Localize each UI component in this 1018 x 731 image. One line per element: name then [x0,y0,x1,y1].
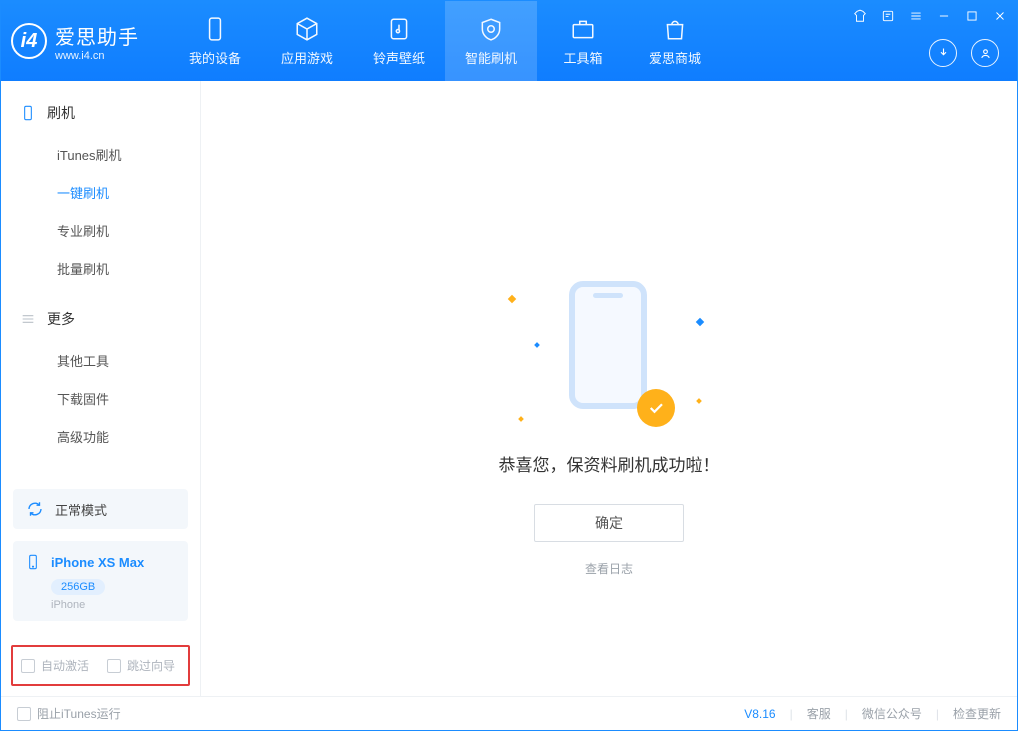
sidebar-head-more: 更多 [1,297,200,341]
phone-graphic [569,281,647,409]
tab-store[interactable]: 爱思商城 [629,1,721,81]
sparkle-icon [508,295,516,303]
wechat-link[interactable]: 微信公众号 [862,705,922,722]
tab-label: 铃声壁纸 [373,48,425,67]
sidebar-item-label: 批量刷机 [57,259,109,278]
header: i4 爱思助手 www.i4.cn 我的设备 应用游戏 铃声壁纸 智能刷机 工具… [1,1,1017,81]
ok-button[interactable]: 确定 [534,504,684,542]
sidebar-item-itunes[interactable]: iTunes刷机 [1,135,200,173]
download-icon[interactable] [929,39,957,67]
body: 刷机 iTunes刷机 一键刷机 专业刷机 批量刷机 更多 其他工具 下载固件 … [1,81,1017,696]
device-type: iPhone [51,599,176,611]
separator: | [790,707,793,721]
maximize-icon[interactable] [963,7,981,25]
mode-card[interactable]: 正常模式 [13,489,188,529]
sparkle-icon [696,398,702,404]
tab-label: 我的设备 [189,48,241,67]
sync-icon [25,499,45,519]
version-label: V8.16 [744,707,775,721]
sidebar-item-label: 其他工具 [57,351,109,370]
close-icon[interactable] [991,7,1009,25]
sidebar-head-flash: 刷机 [1,91,200,135]
tab-label: 爱思商城 [649,48,701,67]
tab-ringtone[interactable]: 铃声壁纸 [353,1,445,81]
list-icon [19,310,37,328]
skin-icon[interactable] [851,7,869,25]
header-right [929,39,999,67]
phone-icon [25,551,41,573]
device-card[interactable]: iPhone XS Max 256GB iPhone [13,541,188,621]
skip-guide-checkbox[interactable]: 跳过向导 [107,657,175,674]
menu-icon[interactable] [907,7,925,25]
option-label: 自动激活 [41,657,89,674]
auto-activate-checkbox[interactable]: 自动激活 [21,657,89,674]
sidebar-item-label: 下载固件 [57,389,109,408]
option-label: 跳过向导 [127,657,175,674]
phone-icon [19,104,37,122]
window-controls [851,7,1009,25]
sidebar-item-label: 一键刷机 [57,183,109,202]
customer-service-link[interactable]: 客服 [807,705,831,722]
tab-label: 应用游戏 [281,48,333,67]
sidebar-head-label: 更多 [47,309,75,329]
sidebar-item-label: iTunes刷机 [57,145,122,164]
music-icon [386,16,412,42]
device-icon [202,16,228,42]
separator: | [936,707,939,721]
feedback-icon[interactable] [879,7,897,25]
sidebar-item-advanced[interactable]: 高级功能 [1,417,200,455]
footer: 阻止iTunes运行 V8.16 | 客服 | 微信公众号 | 检查更新 [1,696,1017,730]
sidebar-item-onekey[interactable]: 一键刷机 [1,173,200,211]
bag-icon [662,16,688,42]
logo[interactable]: i4 爱思助手 www.i4.cn [11,21,139,62]
sidebar-item-label: 专业刷机 [57,221,109,240]
option-label: 阻止iTunes运行 [37,705,121,722]
device-name: iPhone XS Max [51,555,144,570]
tab-flash[interactable]: 智能刷机 [445,1,537,81]
tab-toolbox[interactable]: 工具箱 [537,1,629,81]
sidebar-item-batch[interactable]: 批量刷机 [1,249,200,287]
capacity-badge: 256GB [51,579,105,595]
user-icon[interactable] [971,39,999,67]
checkbox-icon [107,659,121,673]
sidebar-item-firmware[interactable]: 下载固件 [1,379,200,417]
success-illustration [549,281,669,421]
main-tabs: 我的设备 应用游戏 铃声壁纸 智能刷机 工具箱 爱思商城 [169,1,721,81]
options-box: 自动激活 跳过向导 [11,645,190,686]
tab-label: 工具箱 [563,48,602,67]
logo-icon: i4 [11,23,47,59]
sidebar-item-pro[interactable]: 专业刷机 [1,211,200,249]
sidebar: 刷机 iTunes刷机 一键刷机 专业刷机 批量刷机 更多 其他工具 下载固件 … [1,81,201,696]
app-title: 爱思助手 [55,21,139,50]
mode-label: 正常模式 [55,500,107,519]
check-badge-icon [637,389,675,427]
block-itunes-checkbox[interactable]: 阻止iTunes运行 [17,705,121,722]
tab-apps[interactable]: 应用游戏 [261,1,353,81]
checkbox-icon [21,659,35,673]
minimize-icon[interactable] [935,7,953,25]
cube-icon [294,16,320,42]
refresh-shield-icon [478,16,504,42]
sparkle-icon [534,342,540,348]
separator: | [845,707,848,721]
app-site: www.i4.cn [55,50,139,62]
sparkle-icon [518,416,524,422]
sidebar-head-label: 刷机 [47,103,75,123]
check-update-link[interactable]: 检查更新 [953,705,1001,722]
sidebar-item-label: 高级功能 [57,427,109,446]
success-message: 恭喜您，保资料刷机成功啦！ [499,451,720,476]
sidebar-item-tools[interactable]: 其他工具 [1,341,200,379]
tab-label: 智能刷机 [465,48,517,67]
sparkle-icon [696,318,704,326]
view-log-link[interactable]: 查看日志 [585,560,633,577]
briefcase-icon [570,16,596,42]
main-content: 恭喜您，保资料刷机成功啦！ 确定 查看日志 [201,81,1017,696]
tab-my-device[interactable]: 我的设备 [169,1,261,81]
checkbox-icon [17,707,31,721]
